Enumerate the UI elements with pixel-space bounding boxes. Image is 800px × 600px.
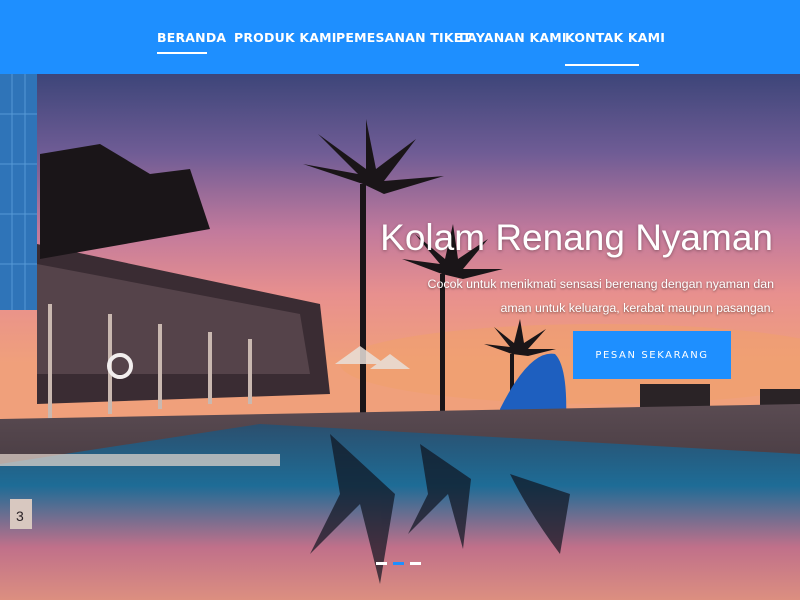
hero-description: Cocok untuk menikmati sensasi berenang d…: [427, 277, 774, 315]
nav-underline-active: [565, 64, 639, 66]
carousel-indicator-2[interactable]: [393, 562, 404, 565]
nav-item-produk-kami[interactable]: PRODUK KAMI: [234, 30, 337, 48]
main-nav: BERANDA PRODUK KAMI PEMESANAN TIKET LAYA…: [0, 0, 800, 74]
book-now-button[interactable]: PESAN SEKARANG: [573, 331, 731, 379]
carousel-indicators: [376, 562, 426, 568]
carousel-indicator-3[interactable]: [410, 562, 421, 565]
navbar: BERANDA PRODUK KAMI PEMESANAN TIKET LAYA…: [0, 0, 800, 74]
nav-item-pemesanan-tiket[interactable]: PEMESANAN TIKET: [336, 30, 471, 48]
nav-underline-beranda: [157, 52, 207, 54]
svg-text:3: 3: [16, 508, 24, 524]
hero-banner: 3 Kolam Renang Nyaman Cocok untuk menikm…: [0, 74, 800, 600]
nav-item-kontak-kami[interactable]: KONTAK KAMI: [565, 30, 665, 48]
hero-title: Kolam Renang Nyaman: [380, 217, 773, 258]
nav-item-beranda[interactable]: BERANDA: [157, 30, 226, 48]
nav-item-layanan-kami[interactable]: LAYANAN KAMI: [459, 30, 567, 48]
carousel-indicator-1[interactable]: [376, 562, 387, 565]
